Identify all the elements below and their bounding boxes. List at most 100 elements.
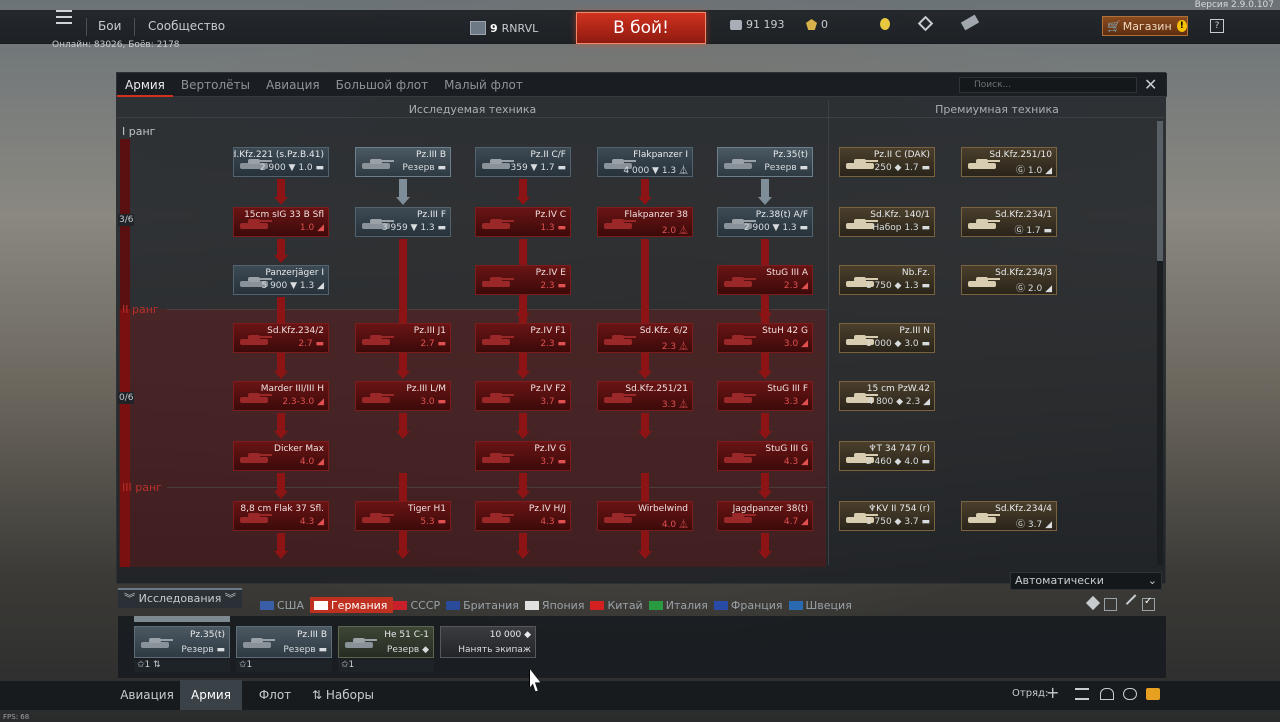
premium-vehicle-card[interactable]: Pz.II C (DAK) 250 ◆ 1.7 ▬ xyxy=(839,147,935,177)
tree-scrollbar-thumb[interactable] xyxy=(1157,121,1163,261)
player-info[interactable]: 9 RNRVL xyxy=(470,18,538,38)
silver-lions[interactable]: 91 193 xyxy=(730,18,785,31)
tab-bottom-fleet[interactable]: Флот xyxy=(250,680,300,710)
vehicle-card[interactable]: Sd.Kfz.221 (s.Pz.B.41) 2 900 ▼ 1.0 ▬ xyxy=(233,147,329,177)
vehicle-card[interactable]: StuG III G 4.3 ◢ xyxy=(717,441,813,471)
vehicle-card[interactable]: Dicker Max 4.0 ◢ xyxy=(233,441,329,471)
tab-bluewater-fleet[interactable]: Большой флот xyxy=(328,73,437,97)
nation-tab[interactable]: Франция xyxy=(713,597,789,613)
slot-card[interactable]: 10 000 ◆ Нанять экипаж xyxy=(440,626,536,658)
vehicle-card[interactable]: Pz.III J1 2.7 ▬ xyxy=(355,323,451,353)
hire-crew-slot[interactable]: 10 000 ◆ Нанять экипаж xyxy=(440,626,536,674)
premium-vehicle-card[interactable]: Sd.Kfz.251/10 Ⓖ 1.0 ◢ xyxy=(961,147,1057,177)
premium-vehicle-card[interactable]: Nb.Fz. 1 750 ◆ 1.3 ▬ xyxy=(839,265,935,295)
mail-icon[interactable] xyxy=(1146,688,1160,700)
vehicle-card[interactable]: Sd.Kfz.251/21 3.3 ⏅ xyxy=(597,381,693,411)
vehicle-card[interactable]: Wirbelwind 4.0 ⏅ xyxy=(597,501,693,531)
tab-coastal-fleet[interactable]: Малый флот xyxy=(436,73,531,97)
crew-slot[interactable]: Pz.III B Резерв ▬ ✩1 xyxy=(236,626,332,674)
shop-button[interactable]: 🛒 Магазин ! xyxy=(1102,16,1188,36)
slot-card[interactable]: He 51 C-1 Резерв ◆ xyxy=(338,626,434,658)
slot-card[interactable]: Pz.III B Резерв ▬ xyxy=(236,626,332,658)
tab-bottom-army[interactable]: Армия xyxy=(180,680,242,710)
vehicle-card[interactable]: Jagdpanzer 38(t) 4.7 ◢ xyxy=(717,501,813,531)
nation-tab[interactable]: Британия xyxy=(446,597,525,613)
nav-community[interactable]: Сообщество xyxy=(148,19,225,33)
add-squad-icon[interactable]: + xyxy=(1046,685,1060,701)
nation-tab[interactable]: США xyxy=(260,597,310,613)
crew-level: ✩1 xyxy=(236,660,332,672)
vehicle-card[interactable]: Panzerjäger I 5 900 ▼ 1.3 ◢ xyxy=(233,265,329,295)
vehicle-card[interactable]: StuG III A 2.3 ◢ xyxy=(717,265,813,295)
menu-icon[interactable] xyxy=(56,10,72,24)
vehicle-card[interactable]: Flakpanzer 38 2.0 ⏅ xyxy=(597,207,693,237)
vehicle-card[interactable]: StuG III F 3.3 ◢ xyxy=(717,381,813,411)
research-tab[interactable]: ︾ Исследования ︾ xyxy=(118,588,242,608)
search-input[interactable]: Поиск... xyxy=(959,77,1137,93)
vehicle-card[interactable]: Pz.II C/F 359 ▼ 1.7 ▬ xyxy=(475,147,571,177)
crew-slot[interactable]: He 51 C-1 Резерв ◆ ✩1 xyxy=(338,626,434,674)
premium-vehicle-card[interactable]: ♆T 34 747 (r) 2 460 ◆ 4.0 ▬ xyxy=(839,441,935,471)
crew-slot[interactable]: Pz.35(t) Резерв ▬ ✩1 ⇅ xyxy=(134,626,230,674)
vehicle-card[interactable]: Pz.III L/M 3.0 ▬ xyxy=(355,381,451,411)
vehicle-battle-rating: 2.3 ▬ xyxy=(540,339,566,349)
to-battle-button[interactable]: В бой! xyxy=(576,12,706,44)
tab-aviation[interactable]: Авиация xyxy=(258,73,328,97)
vehicle-card[interactable]: Sd.Kfz. 6/2 2.3 ⏅ xyxy=(597,323,693,353)
selected-slot-indicator xyxy=(134,616,230,622)
help-button[interactable]: ? xyxy=(1210,19,1224,33)
checkbox-checked[interactable]: ✓ xyxy=(1142,596,1155,611)
tab-helicopters[interactable]: Вертолёты xyxy=(173,73,258,97)
nation-tab[interactable]: Германия xyxy=(309,597,394,613)
close-icon[interactable]: ✕ xyxy=(1144,75,1157,94)
vehicle-card[interactable]: Pz.IV F1 2.3 ▬ xyxy=(475,323,571,353)
vehicle-card[interactable]: Pz.IV H/J 4.3 ▬ xyxy=(475,501,571,531)
vehicle-card[interactable]: StuH 42 G 3.0 ◢ xyxy=(717,323,813,353)
golden-eagles[interactable]: 0 xyxy=(806,18,828,31)
nation-tab[interactable]: СССР xyxy=(393,597,446,613)
vehicle-card[interactable]: Pz.IV F2 3.7 ▬ xyxy=(475,381,571,411)
slot-card[interactable]: Pz.35(t) Резерв ▬ xyxy=(134,626,230,658)
premium-vehicle-card[interactable]: Pz.III N 1 000 ◆ 3.0 ▬ xyxy=(839,323,935,353)
list-icon[interactable] xyxy=(1075,688,1089,700)
vehicle-card[interactable]: Tiger H1 5.3 ▬ xyxy=(355,501,451,531)
vehicle-card[interactable]: Pz.IV E 2.3 ▬ xyxy=(475,265,571,295)
nation-tab[interactable]: Италия xyxy=(648,597,714,613)
premium-vehicle-card[interactable]: ♆KV II 754 (r) 1 750 ◆ 3.7 ▬ xyxy=(839,501,935,531)
lightbulb-icon[interactable] xyxy=(880,18,890,30)
vehicle-card[interactable]: Pz.38(t) A/F 2 900 ▼ 1.3 ▬ xyxy=(717,207,813,237)
vehicle-card[interactable]: Pz.35(t) Резерв ▬ xyxy=(717,147,813,177)
nation-tab[interactable]: Швеция xyxy=(788,597,858,613)
vehicle-card[interactable]: Pz.III B Резерв ▬ xyxy=(355,147,451,177)
vehicle-name: Sd.Kfz.221 (s.Pz.B.41) xyxy=(233,150,324,160)
vehicle-card[interactable]: Sd.Kfz.234/2 2.7 ▬ xyxy=(233,323,329,353)
tab-army[interactable]: Армия xyxy=(117,73,173,97)
slot-status: Резерв ▬ xyxy=(283,645,327,655)
tree-link xyxy=(761,473,769,493)
vehicle-card[interactable]: 15cm sIG 33 B Sfl 1.0 ◢ xyxy=(233,207,329,237)
tab-bottom-aviation[interactable]: Авиация xyxy=(114,680,180,710)
vehicle-card[interactable]: 8,8 cm Flak 37 Sfl. 4.3 ◢ xyxy=(233,501,329,531)
premium-vehicle-card[interactable]: Sd.Kfz.234/1 Ⓖ 1.7 ▬ xyxy=(961,207,1057,237)
premium-vehicle-card[interactable]: Sd.Kfz.234/4 Ⓖ 3.7 ◢ xyxy=(961,501,1057,531)
tab-bottom-packs[interactable]: ⇅ Наборы xyxy=(306,680,380,710)
mode-dropdown[interactable]: Автоматически ⌄ xyxy=(1010,572,1162,590)
premium-vehicle-card[interactable]: 15 cm PzW.42 4 800 ◆ 2.3 ◢ xyxy=(839,381,935,411)
vehicle-card[interactable]: Pz.IV C 1.3 ▬ xyxy=(475,207,571,237)
contacts-icon[interactable] xyxy=(1100,688,1114,700)
nav-battles[interactable]: Бои xyxy=(98,19,121,33)
chat-icon[interactable] xyxy=(1123,688,1137,700)
nation-tab[interactable]: Япония xyxy=(524,597,591,613)
vehicle-card[interactable]: Pz.III F 3 959 ▼ 1.3 ▬ xyxy=(355,207,451,237)
premium-vehicle-card[interactable]: Sd.Kfz.234/3 Ⓖ 2.0 ◢ xyxy=(961,265,1057,295)
vehicle-battle-rating: Ⓖ 2.0 ◢ xyxy=(1016,284,1052,294)
vehicle-thumbnail xyxy=(139,635,173,651)
premium-vehicle-card[interactable]: Sd.Kfz. 140/1 Набор 1.3 ▬ xyxy=(839,207,935,237)
vehicle-battle-rating: 4.3 ▬ xyxy=(540,517,566,527)
vehicle-card[interactable]: Marder III/III H 2.3-3.0 ◢ xyxy=(233,381,329,411)
vehicle-card[interactable]: Flakpanzer I 4 000 ▼ 1.3 ⏅ xyxy=(597,147,693,177)
checkbox[interactable] xyxy=(1104,598,1117,611)
vehicle-card[interactable]: Pz.IV G 3.7 ▬ xyxy=(475,441,571,471)
vehicle-name: Pz.IV H/J xyxy=(528,504,566,514)
nation-tab[interactable]: Китай xyxy=(590,597,648,613)
